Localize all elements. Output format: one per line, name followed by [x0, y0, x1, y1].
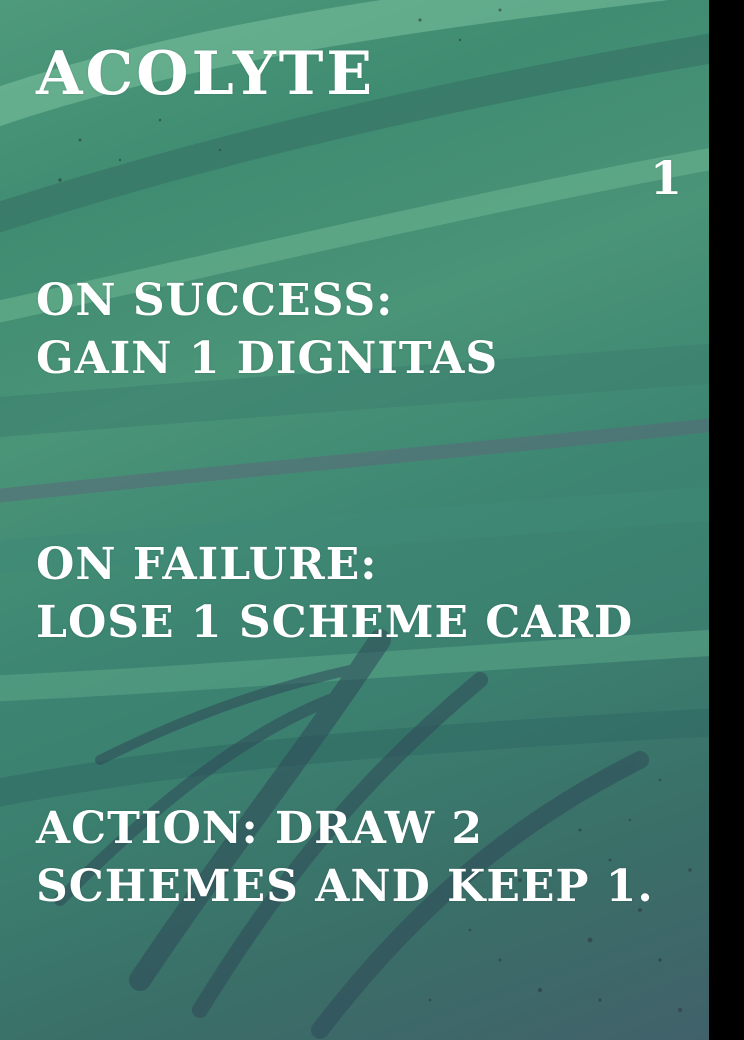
failure-section: On Failure: Lose 1 Scheme Card: [36, 536, 633, 652]
action-line-2: Schemes and Keep 1.: [36, 861, 654, 912]
side-border: [709, 0, 744, 1040]
card-title: Acolyte: [36, 39, 376, 109]
success-effect: Gain 1 Dignitas: [36, 333, 499, 384]
action-section: Action: Draw 2 Schemes and Keep 1.: [36, 800, 654, 916]
success-section: On Success: Gain 1 Dignitas: [36, 272, 498, 388]
action-line-1: Action: Draw 2: [36, 803, 484, 854]
failure-effect: Lose 1 Scheme Card: [36, 597, 634, 648]
success-heading: On Success:: [36, 275, 394, 326]
card-cost: 1: [650, 151, 684, 205]
failure-heading: On Failure:: [36, 539, 378, 590]
card-face[interactable]: Acolyte 1 On Success: Gain 1 Dignitas On…: [0, 0, 709, 1040]
